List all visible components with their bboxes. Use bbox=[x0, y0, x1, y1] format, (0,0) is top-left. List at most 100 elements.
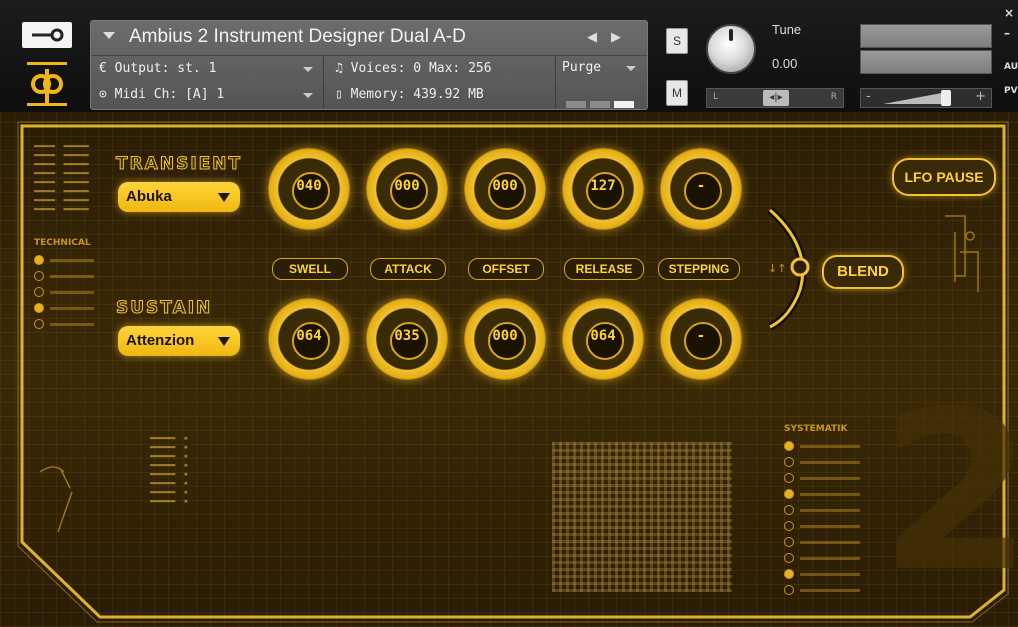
technical-option[interactable] bbox=[34, 300, 94, 316]
max-label: Max: bbox=[428, 61, 461, 76]
purge-control[interactable]: Purge bbox=[555, 55, 648, 109]
instrument-nav-arrows[interactable]: ◀▶ bbox=[587, 30, 635, 45]
release-label: RELEASE bbox=[564, 258, 644, 280]
transient-preset-menu[interactable]: Abuka bbox=[118, 182, 240, 212]
divider bbox=[323, 55, 324, 109]
output-label: Output: bbox=[114, 61, 170, 76]
aux-label[interactable]: AUX bbox=[1004, 62, 1018, 72]
attack-label: ATTACK bbox=[370, 258, 446, 280]
kontakt-header: Ambius 2 Instrument Designer Dual A-D ◀▶… bbox=[0, 0, 1018, 112]
close-icon[interactable]: × bbox=[1004, 6, 1014, 20]
systematik-option[interactable] bbox=[784, 518, 860, 534]
solo-button[interactable]: S bbox=[666, 28, 688, 54]
systematik-option[interactable] bbox=[784, 438, 860, 454]
pan-left-label: L bbox=[713, 92, 719, 102]
tune-value: 0.00 bbox=[772, 56, 798, 71]
volume-handle[interactable] bbox=[941, 90, 951, 106]
volume-ramp bbox=[883, 92, 947, 104]
voices-icon: ♫ bbox=[335, 61, 351, 76]
release-knob[interactable]: 127 bbox=[562, 148, 644, 230]
swell-knob[interactable]: 040 bbox=[268, 148, 350, 230]
systematik-heading: SYSTEMATIK bbox=[784, 424, 848, 434]
stepping-knob[interactable]: - bbox=[660, 148, 742, 230]
sustain-attack-knob[interactable]: 035 bbox=[366, 298, 448, 380]
dropdown-arrow-icon bbox=[218, 337, 230, 346]
technical-option[interactable] bbox=[34, 252, 94, 268]
output-dropdown-icon[interactable] bbox=[303, 67, 313, 72]
purge-dropdown-icon[interactable] bbox=[626, 66, 636, 71]
systematik-option[interactable] bbox=[784, 566, 860, 582]
transient-preset-value: Abuka bbox=[126, 188, 172, 205]
svg-text:↓↑: ↓↑ bbox=[768, 262, 786, 275]
volume-plus: + bbox=[975, 89, 986, 104]
output-icon: € bbox=[99, 61, 115, 76]
midi-dropdown-icon[interactable] bbox=[303, 93, 313, 98]
stepping-label: STEPPING bbox=[658, 258, 740, 280]
sustain-title: SUSTAIN bbox=[115, 298, 213, 319]
decorative-schematic: ▬▬▬▬▬▬ ▪ ▬▬▬▬▬▬ ▪ ▬▬▬▬▬▬ ▪ ▬▬▬▬▬▬ ▪ ▬▬▬▬… bbox=[150, 434, 188, 505]
offset-value: 000 bbox=[492, 178, 518, 194]
pan-slider[interactable]: L ◂|▸ R bbox=[706, 88, 844, 108]
midi-icon: ⊙ bbox=[99, 87, 115, 102]
decorative-text-block: ▬▬▬▬▬ ▬▬▬▬▬▬ ▬▬▬▬▬ ▬▬▬▬▬▬ ▬▬▬▬▬ ▬▬▬▬▬▬ ▬… bbox=[34, 142, 89, 213]
purge-indicator bbox=[566, 93, 638, 112]
decorative-grid-block bbox=[552, 442, 732, 592]
mute-button[interactable]: M bbox=[666, 80, 688, 106]
systematik-option[interactable] bbox=[784, 550, 860, 566]
sustain-release-knob[interactable]: 064 bbox=[562, 298, 644, 380]
wrench-icon[interactable] bbox=[22, 22, 72, 48]
sustain-offset-value: 000 bbox=[492, 328, 518, 344]
dropdown-arrow-icon bbox=[218, 193, 230, 202]
systematik-option[interactable] bbox=[784, 534, 860, 550]
lfo-pause-button[interactable]: LFO PAUSE bbox=[892, 158, 996, 196]
sustain-swell-knob[interactable]: 064 bbox=[268, 298, 350, 380]
systematik-option[interactable] bbox=[784, 486, 860, 502]
memory-icon: ▯ bbox=[335, 87, 351, 102]
release-value: 127 bbox=[590, 178, 616, 194]
sustain-preset-menu[interactable]: Attenzion bbox=[118, 326, 240, 356]
ambius-2-emblem: 2 bbox=[880, 364, 1018, 620]
tune-knob[interactable] bbox=[706, 24, 756, 74]
sustain-offset-knob[interactable]: 000 bbox=[464, 298, 546, 380]
sustain-attack-value: 035 bbox=[394, 328, 420, 344]
max-voices-value[interactable]: 256 bbox=[468, 61, 491, 76]
brand-logo bbox=[22, 58, 72, 110]
sustain-preset-value: Attenzion bbox=[126, 332, 195, 349]
technical-heading: TECHNICAL bbox=[34, 238, 91, 248]
output-row[interactable]: € Output: st. 1 bbox=[99, 61, 216, 76]
sustain-stepping-knob[interactable]: - bbox=[660, 298, 742, 380]
instrument-menu-arrow-icon[interactable] bbox=[103, 32, 115, 39]
volume-slider[interactable]: - + bbox=[860, 88, 992, 108]
systematik-option[interactable] bbox=[784, 502, 860, 518]
systematik-option[interactable] bbox=[784, 470, 860, 486]
technical-option[interactable] bbox=[34, 268, 94, 284]
technical-options bbox=[34, 252, 94, 332]
output-value[interactable]: st. 1 bbox=[177, 61, 216, 76]
memory-row: ▯ Memory: 439.92 MB bbox=[335, 87, 484, 102]
midi-value[interactable]: [A] 1 bbox=[185, 87, 224, 102]
instrument-title: Ambius 2 Instrument Designer Dual A-D bbox=[129, 26, 466, 47]
next-instrument-icon[interactable]: ▶ bbox=[611, 30, 635, 45]
prev-instrument-icon[interactable]: ◀ bbox=[587, 30, 611, 45]
offset-label: OFFSET bbox=[468, 258, 544, 280]
midi-row[interactable]: ⊙ Midi Ch: [A] 1 bbox=[99, 87, 224, 102]
level-meter-left bbox=[860, 24, 992, 48]
instrument-info-panel: Ambius 2 Instrument Designer Dual A-D ◀▶… bbox=[90, 20, 648, 110]
blend-button[interactable]: BLEND bbox=[822, 255, 904, 289]
memory-value: 439.92 MB bbox=[413, 87, 484, 102]
midi-label: Midi Ch: bbox=[114, 87, 178, 102]
voices-label: Voices: bbox=[350, 61, 406, 76]
pan-handle[interactable]: ◂|▸ bbox=[763, 90, 789, 106]
minimize-icon[interactable]: – bbox=[1004, 26, 1010, 40]
systematik-option[interactable] bbox=[784, 454, 860, 470]
systematik-option[interactable] bbox=[784, 582, 860, 598]
pan-right-label: R bbox=[830, 92, 837, 102]
technical-option[interactable] bbox=[34, 284, 94, 300]
purge-label[interactable]: Purge bbox=[562, 60, 601, 75]
offset-knob[interactable]: 000 bbox=[464, 148, 546, 230]
pv-label[interactable]: PV bbox=[1004, 86, 1018, 96]
technical-option[interactable] bbox=[34, 316, 94, 332]
attack-value: 000 bbox=[394, 178, 420, 194]
attack-knob[interactable]: 000 bbox=[366, 148, 448, 230]
sustain-stepping-value: - bbox=[696, 328, 706, 344]
